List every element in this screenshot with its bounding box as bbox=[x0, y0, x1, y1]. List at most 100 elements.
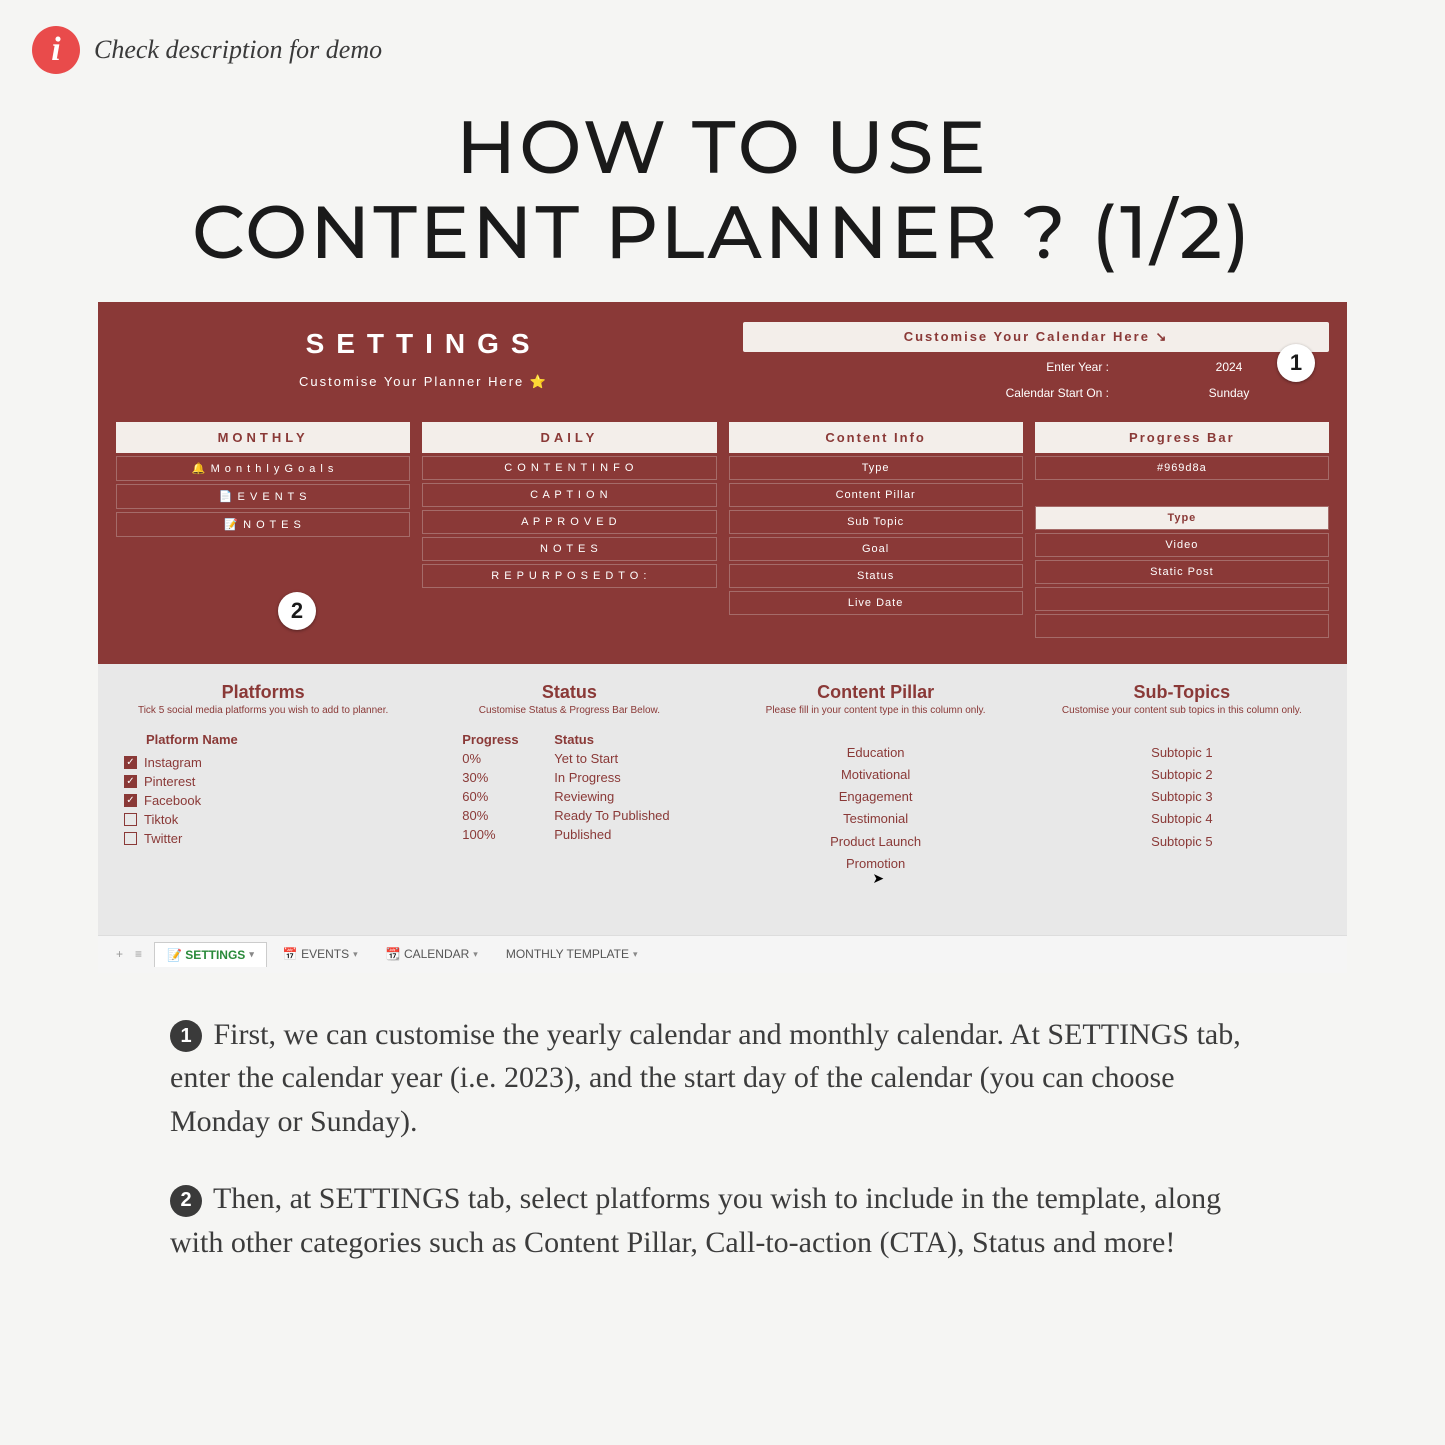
daily-column: DAILY C O N T E N T I N F O C A P T I O … bbox=[422, 422, 716, 638]
status-title: Status bbox=[422, 682, 716, 703]
pillar-title: Content Pillar bbox=[729, 682, 1023, 703]
start-value[interactable]: Sunday bbox=[1129, 382, 1329, 404]
settings-heading: SETTINGS bbox=[116, 328, 731, 360]
checkbox-icon[interactable] bbox=[124, 832, 137, 845]
step-2-text: Then, at SETTINGS tab, select platforms … bbox=[170, 1182, 1221, 1259]
cursor-icon: ➤ bbox=[872, 870, 884, 887]
monthly-cell[interactable]: 🔔 M o n t h l y G o a l s bbox=[116, 456, 410, 481]
status-value[interactable]: Ready To Published bbox=[554, 808, 716, 823]
progress-head: Progress Bar bbox=[1035, 422, 1329, 453]
content-cell[interactable]: Live Date bbox=[729, 591, 1023, 615]
content-cell[interactable]: Sub Topic bbox=[729, 510, 1023, 534]
platforms-sub: Tick 5 social media platforms you wish t… bbox=[116, 705, 410, 716]
progress-value[interactable]: 60% bbox=[462, 789, 532, 804]
sheet-tab[interactable]: 📆 CALENDAR ▾ bbox=[374, 942, 490, 967]
type-cell-empty[interactable] bbox=[1035, 587, 1329, 611]
status-sub: Customise Status & Progress Bar Below. bbox=[422, 705, 716, 716]
sheet-tab[interactable]: 📅 EVENTS ▾ bbox=[271, 942, 370, 967]
sheet-tab[interactable]: 📝 SETTINGS ▾ bbox=[154, 942, 267, 967]
year-label: Enter Year : bbox=[743, 356, 1129, 378]
status-value[interactable]: Published bbox=[554, 827, 716, 842]
instructions: 1 First, we can customise the yearly cal… bbox=[170, 1013, 1275, 1265]
daily-head: DAILY bbox=[422, 422, 716, 453]
subtopic-item[interactable]: Subtopic 5 bbox=[1035, 831, 1329, 853]
daily-cell[interactable]: A P P R O V E D bbox=[422, 510, 716, 534]
platform-row[interactable]: ✓ Instagram bbox=[116, 753, 410, 772]
checkbox-icon[interactable]: ✓ bbox=[124, 756, 137, 769]
pillar-item[interactable]: Testimonial bbox=[729, 808, 1023, 830]
pillar-item[interactable]: Motivational bbox=[729, 764, 1023, 786]
platform-row[interactable]: Tiktok bbox=[116, 810, 410, 829]
all-sheets-icon[interactable]: ≡ bbox=[135, 947, 142, 961]
spreadsheet-screenshot: SETTINGS Customise Your Planner Here ⭐ C… bbox=[98, 302, 1347, 973]
progress-value[interactable]: 100% bbox=[462, 827, 532, 842]
daily-cell[interactable]: R E P U R P O S E D T O : bbox=[422, 564, 716, 588]
progress-header: Progress bbox=[462, 732, 532, 747]
monthly-cell[interactable]: 📄 E V E N T S bbox=[116, 484, 410, 509]
status-value[interactable]: Reviewing bbox=[554, 789, 716, 804]
content-cell[interactable]: Status bbox=[729, 564, 1023, 588]
settings-subtitle: Customise Your Planner Here ⭐ bbox=[116, 374, 731, 390]
platforms-title: Platforms bbox=[116, 682, 410, 703]
pillar-section: Content Pillar Please fill in your conte… bbox=[729, 682, 1023, 875]
status-section: Status Customise Status & Progress Bar B… bbox=[422, 682, 716, 875]
customise-header: Customise Your Calendar Here ↘ bbox=[743, 322, 1329, 352]
platforms-section: Platforms Tick 5 social media platforms … bbox=[116, 682, 410, 875]
type-cell[interactable]: Video bbox=[1035, 533, 1329, 557]
subtopic-item[interactable]: Subtopic 4 bbox=[1035, 808, 1329, 830]
content-cell[interactable]: Goal bbox=[729, 537, 1023, 561]
checkbox-icon[interactable]: ✓ bbox=[124, 775, 137, 788]
subtopic-item[interactable]: Subtopic 3 bbox=[1035, 786, 1329, 808]
type-head: Type bbox=[1035, 506, 1329, 530]
type-cell[interactable]: Static Post bbox=[1035, 560, 1329, 584]
sheet-tab[interactable]: MONTHLY TEMPLATE ▾ bbox=[494, 942, 650, 967]
step-1-text: First, we can customise the yearly calen… bbox=[170, 1018, 1241, 1138]
subtopic-item[interactable]: Subtopic 1 bbox=[1035, 742, 1329, 764]
progress-column: Progress Bar #969d8a Type Video Static P… bbox=[1035, 422, 1329, 638]
monthly-column: MONTHLY 🔔 M o n t h l y G o a l s 📄 E V … bbox=[116, 422, 410, 638]
start-label: Calendar Start On : bbox=[743, 382, 1129, 404]
platform-name: Pinterest bbox=[144, 774, 195, 789]
status-value[interactable]: Yet to Start bbox=[554, 751, 716, 766]
daily-cell[interactable]: C O N T E N T I N F O bbox=[422, 456, 716, 480]
subtopics-section: Sub-Topics Customise your content sub to… bbox=[1035, 682, 1329, 875]
step-1-badge: 1 bbox=[170, 1020, 202, 1052]
platform-name: Tiktok bbox=[144, 812, 178, 827]
pillar-sub: Please fill in your content type in this… bbox=[729, 705, 1023, 716]
content-info-column: Content Info Type Content Pillar Sub Top… bbox=[729, 422, 1023, 638]
progress-value[interactable]: 80% bbox=[462, 808, 532, 823]
add-sheet-icon[interactable]: + bbox=[116, 947, 123, 961]
platform-row[interactable]: ✓ Facebook bbox=[116, 791, 410, 810]
type-cell-empty[interactable] bbox=[1035, 614, 1329, 638]
daily-cell[interactable]: C A P T I O N bbox=[422, 483, 716, 507]
monthly-cell[interactable]: 📝 N O T E S bbox=[116, 512, 410, 537]
progress-value[interactable]: 0% bbox=[462, 751, 532, 766]
pillar-item[interactable]: Engagement bbox=[729, 786, 1023, 808]
content-cell[interactable]: Content Pillar bbox=[729, 483, 1023, 507]
platform-row[interactable]: ✓ Pinterest bbox=[116, 772, 410, 791]
subtopics-sub: Customise your content sub topics in thi… bbox=[1035, 705, 1329, 716]
daily-cell[interactable]: N O T E S bbox=[422, 537, 716, 561]
platform-name: Facebook bbox=[144, 793, 201, 808]
platform-name: Instagram bbox=[144, 755, 202, 770]
status-value[interactable]: In Progress bbox=[554, 770, 716, 785]
callout-badge-1: 1 bbox=[1277, 344, 1315, 382]
monthly-head: MONTHLY bbox=[116, 422, 410, 453]
page-title: HOW TO USECONTENT PLANNER ? (1/2) bbox=[0, 104, 1445, 274]
platform-row[interactable]: Twitter bbox=[116, 829, 410, 848]
checkbox-icon[interactable] bbox=[124, 813, 137, 826]
subtopics-title: Sub-Topics bbox=[1035, 682, 1329, 703]
sheet-tabs: + ≡ 📝 SETTINGS ▾📅 EVENTS ▾📆 CALENDAR ▾MO… bbox=[98, 935, 1347, 973]
info-icon: i bbox=[32, 26, 80, 74]
pillar-item[interactable]: Product Launch bbox=[729, 831, 1023, 853]
content-head: Content Info bbox=[729, 422, 1023, 453]
pillar-item[interactable]: Education bbox=[729, 742, 1023, 764]
content-cell[interactable]: Type bbox=[729, 456, 1023, 480]
progress-value[interactable]: 30% bbox=[462, 770, 532, 785]
subtopic-item[interactable]: Subtopic 2 bbox=[1035, 764, 1329, 786]
checkbox-icon[interactable]: ✓ bbox=[124, 794, 137, 807]
progress-color[interactable]: #969d8a bbox=[1035, 456, 1329, 480]
banner-text: Check description for demo bbox=[94, 35, 382, 65]
callout-badge-2: 2 bbox=[278, 592, 316, 630]
platform-name: Twitter bbox=[144, 831, 182, 846]
